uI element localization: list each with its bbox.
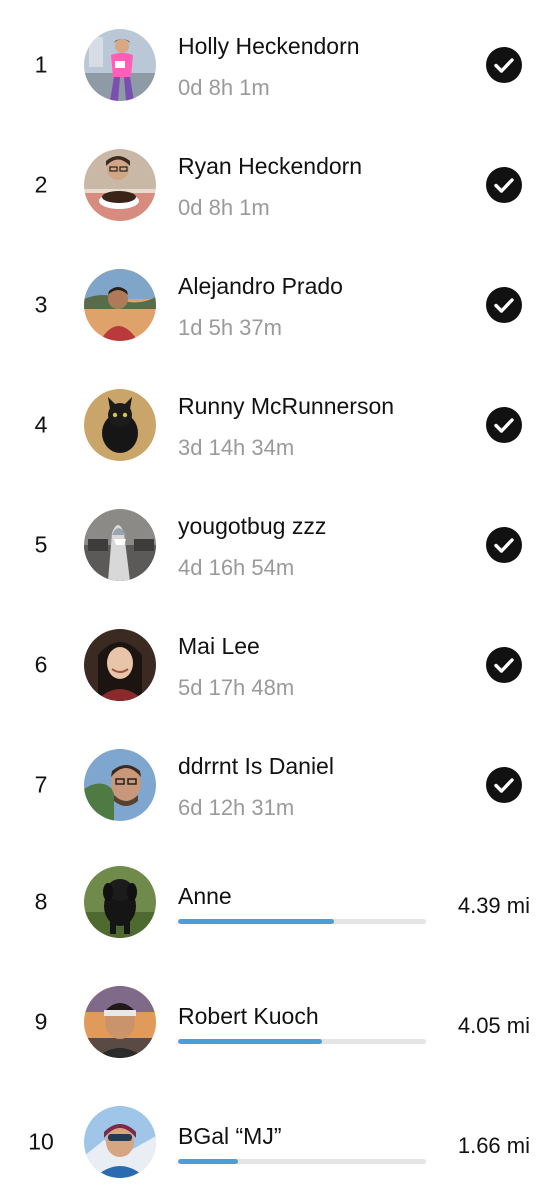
progress-fill <box>178 1159 238 1164</box>
leaderboard-list: 1 Holly Heckendorn 0d 8h 1m 2 Ryan Hecke… <box>0 0 560 1200</box>
participant-name: ddrrnt Is Daniel <box>178 753 334 779</box>
leaderboard-row[interactable]: 5 yougotbug zzz 4d 16h 54m <box>0 485 560 605</box>
progress-fill <box>178 919 335 924</box>
checkmark-icon <box>486 767 522 803</box>
checkmark-icon <box>486 647 522 683</box>
rank-number: 2 <box>34 171 48 198</box>
rank-number: 5 <box>34 531 48 558</box>
participant-name: Mai Lee <box>178 633 260 659</box>
participant-name: Ryan Heckendorn <box>178 153 363 179</box>
leaderboard-row[interactable]: 7 ddrrnt Is Daniel 6d 12h 31m <box>0 725 560 845</box>
participant-name: Robert Kuoch <box>178 1003 319 1029</box>
avatar[interactable] <box>84 749 156 821</box>
avatar[interactable] <box>84 389 156 461</box>
distance-value: 1.66 mi <box>457 1133 530 1158</box>
rank-number: 7 <box>34 771 48 798</box>
rank-number: 3 <box>34 291 48 318</box>
distance-value: 4.05 mi <box>457 1013 530 1038</box>
checkmark-icon <box>486 47 522 83</box>
avatar[interactable] <box>84 986 156 1058</box>
avatar[interactable] <box>84 149 156 221</box>
rank-number: 10 <box>28 1128 54 1155</box>
finish-time: 0d 8h 1m <box>178 195 270 220</box>
participant-name: Anne <box>178 883 232 909</box>
finish-time: 3d 14h 34m <box>178 435 295 460</box>
finish-time: 1d 5h 37m <box>178 315 282 340</box>
rank-number: 1 <box>34 51 48 78</box>
distance-value: 4.39 mi <box>457 893 530 918</box>
checkmark-icon <box>486 527 522 563</box>
distance-progress-bar <box>178 1039 426 1044</box>
participant-name: Holly Heckendorn <box>178 33 360 59</box>
avatar[interactable] <box>84 629 156 701</box>
avatar[interactable] <box>84 866 156 938</box>
checkmark-icon <box>486 287 522 323</box>
distance-progress-bar <box>178 919 426 924</box>
avatar[interactable] <box>84 509 156 581</box>
participant-name: yougotbug zzz <box>178 513 327 539</box>
participant-name: BGal “MJ” <box>178 1123 282 1149</box>
finish-time: 6d 12h 31m <box>178 795 295 820</box>
checkmark-icon <box>486 407 522 443</box>
leaderboard-row[interactable]: 2 Ryan Heckendorn 0d 8h 1m <box>0 125 560 245</box>
avatar[interactable] <box>84 1106 156 1178</box>
rank-number: 9 <box>34 1008 48 1035</box>
leaderboard-row[interactable]: 4 Runny McRunnerson 3d 14h 34m <box>0 365 560 485</box>
finish-time: 5d 17h 48m <box>178 675 295 700</box>
leaderboard-row[interactable]: 8 Anne 4.39 mi <box>0 842 560 962</box>
distance-progress-bar <box>178 1159 426 1164</box>
rank-number: 6 <box>34 651 48 678</box>
participant-name: Runny McRunnerson <box>178 393 395 419</box>
checkmark-icon <box>486 167 522 203</box>
finish-time: 0d 8h 1m <box>178 75 270 100</box>
finish-time: 4d 16h 54m <box>178 555 295 580</box>
leaderboard-row[interactable]: 6 Mai Lee 5d 17h 48m <box>0 605 560 725</box>
leaderboard-row[interactable]: 10 BGal “MJ” 1.66 mi <box>0 1082 560 1202</box>
leaderboard-row[interactable]: 9 Robert Kuoch 4.05 mi <box>0 962 560 1082</box>
avatar[interactable] <box>84 29 156 101</box>
participant-name: Alejandro Prado <box>178 273 343 299</box>
rank-number: 4 <box>34 411 48 438</box>
leaderboard-row[interactable]: 3 Alejandro Prado 1d 5h 37m <box>0 245 560 365</box>
leaderboard-row[interactable]: 1 Holly Heckendorn 0d 8h 1m <box>0 5 560 125</box>
rank-number: 8 <box>34 888 48 915</box>
progress-fill <box>178 1039 322 1044</box>
avatar[interactable] <box>84 269 156 341</box>
